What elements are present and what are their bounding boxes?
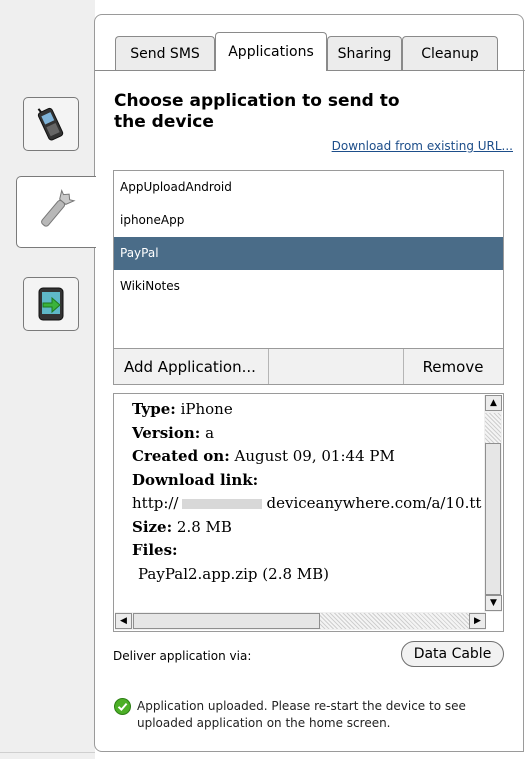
sidebar-item-device[interactable]: [23, 97, 79, 151]
download-link-value[interactable]: http://deviceanywhere.com/a/10.tt: [132, 492, 487, 516]
success-check-icon: [114, 698, 131, 715]
data-cable-button[interactable]: Data Cable: [401, 641, 504, 667]
scroll-track[interactable]: [485, 413, 501, 443]
files-label: Files:: [132, 541, 178, 559]
file-item: PayPal2.app.zip (2.8 MB): [138, 564, 330, 583]
version-value: a: [205, 423, 215, 442]
remove-button[interactable]: Remove: [403, 349, 503, 384]
scroll-track[interactable]: [320, 613, 470, 629]
list-button-bar: Add Application... Remove: [113, 349, 504, 385]
sidebar-item-install[interactable]: [23, 277, 79, 331]
list-item[interactable]: AppUploadAndroid: [114, 171, 503, 204]
list-item[interactable]: WikiNotes: [114, 270, 503, 303]
status-message: Application uploaded. Please re-start th…: [137, 699, 466, 730]
tab-sharing[interactable]: Sharing: [327, 36, 402, 70]
horizontal-scrollbar[interactable]: ◀ ▶: [115, 612, 486, 630]
scroll-right-icon[interactable]: ▶: [469, 613, 486, 629]
list-item-selected[interactable]: PayPal: [114, 237, 503, 270]
wrench-icon: [41, 188, 76, 227]
main-panel: Send SMS Applications Sharing Cleanup Ch…: [94, 14, 525, 752]
redacted-host: [182, 499, 263, 509]
scroll-thumb[interactable]: [485, 443, 501, 595]
phone-icon: [37, 107, 64, 141]
scroll-left-icon[interactable]: ◀: [115, 613, 132, 629]
tab-applications[interactable]: Applications: [215, 32, 327, 71]
size-value: 2.8 MB: [176, 517, 232, 536]
type-label: Type:: [132, 400, 176, 418]
application-details: Type: iPhone Version: a Created on: Augu…: [113, 393, 504, 632]
vertical-scrollbar[interactable]: ▲ ▼: [484, 395, 502, 612]
device-install-icon: [38, 287, 64, 321]
size-label: Size:: [132, 517, 173, 536]
tab-cleanup[interactable]: Cleanup: [402, 36, 498, 70]
add-application-button[interactable]: Add Application...: [114, 349, 269, 384]
download-url-link[interactable]: Download from existing URL...: [332, 139, 513, 153]
created-value: August 09, 01:44 PM: [234, 447, 395, 465]
created-label: Created on:: [132, 447, 230, 465]
scroll-up-icon[interactable]: ▲: [485, 395, 502, 411]
details-content: Type: iPhone Version: a Created on: Augu…: [132, 398, 487, 610]
page-title: Choose application to send to the device: [114, 91, 400, 132]
scroll-thumb[interactable]: [133, 613, 320, 629]
scroll-down-icon[interactable]: ▼: [485, 595, 502, 611]
tab-send-sms[interactable]: Send SMS: [115, 36, 215, 70]
list-item[interactable]: iphoneApp: [114, 204, 503, 237]
rail-divider: [0, 752, 95, 753]
deliver-label: Deliver application via:: [113, 649, 252, 663]
download-link-label: Download link:: [132, 470, 259, 489]
version-label: Version:: [132, 423, 201, 442]
button-spacer: [269, 349, 404, 384]
sidebar-item-tools[interactable]: [16, 176, 96, 248]
application-list[interactable]: AppUploadAndroid iphoneApp PayPal WikiNo…: [113, 170, 504, 349]
type-value: iPhone: [180, 400, 233, 418]
